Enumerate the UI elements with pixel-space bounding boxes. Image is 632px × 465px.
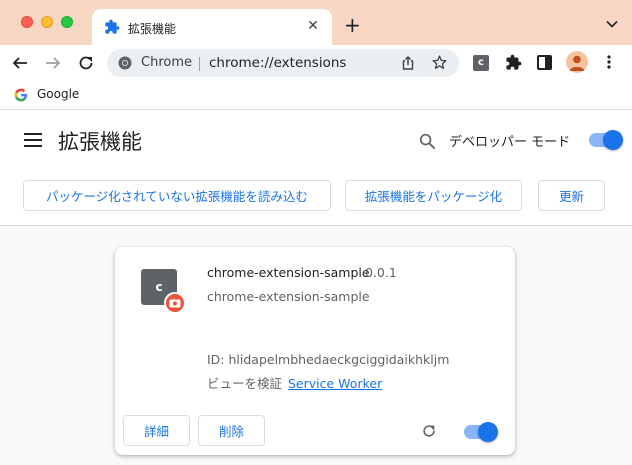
reload-icon [79, 56, 93, 70]
more-menu-icon[interactable] [601, 54, 617, 70]
developer-mode-label: デベロッパー モード [449, 135, 571, 150]
remove-button[interactable]: 削除 [198, 415, 265, 446]
forward-button[interactable] [41, 51, 65, 75]
bookmark-google[interactable]: Google [37, 87, 79, 101]
site-chip-label: Chrome [141, 55, 192, 70]
address-bar[interactable]: Chrome chrome://extensions [107, 49, 459, 77]
update-button[interactable]: 更新 [538, 180, 605, 211]
minimize-window-button[interactable] [41, 16, 53, 28]
inspect-views: ビューを検証 Service Worker [207, 373, 382, 392]
service-worker-link[interactable]: Service Worker [288, 376, 382, 391]
service-worker-badge-icon [164, 292, 186, 314]
chrome-icon [118, 56, 132, 70]
arrow-right-icon [46, 57, 61, 69]
developer-mode-toggle[interactable] [589, 130, 623, 150]
extensions-puzzle-icon[interactable] [505, 54, 522, 71]
zoom-window-button[interactable] [61, 16, 73, 28]
arrow-left-icon [12, 57, 27, 69]
tab-title: 拡張機能 [128, 22, 177, 36]
pack-extension-button[interactable]: 拡張機能をパッケージ化 [345, 180, 522, 211]
camera-icon [169, 299, 181, 308]
search-icon[interactable] [419, 133, 436, 150]
extension-id: ID: hlidapelmbhedaeckgciggidaikhkljm [207, 352, 450, 367]
extension-enable-toggle[interactable] [464, 422, 498, 442]
active-tab[interactable]: 拡張機能 ✕ [92, 9, 332, 45]
bookmarks-bar: Google [0, 81, 632, 110]
extension-description: chrome-extension-sample [207, 289, 370, 304]
side-panel-icon[interactable] [537, 55, 552, 70]
menu-icon[interactable] [24, 133, 42, 147]
extension-card: c chrome-extension-sample 0.0.1 chrome-e… [115, 247, 515, 455]
reload-button[interactable] [74, 51, 98, 75]
url-text[interactable]: chrome://extensions [209, 55, 346, 71]
page-title: 拡張機能 [58, 130, 142, 154]
google-g-icon [14, 88, 28, 102]
inspect-views-label: ビューを検証 [207, 376, 283, 391]
details-button[interactable]: 詳細 [123, 415, 190, 446]
chevron-down-icon[interactable] [606, 18, 618, 30]
close-window-button[interactable] [21, 16, 33, 28]
tab-strip: 拡張機能 ✕ + [0, 0, 632, 45]
toggle-knob [603, 130, 623, 150]
extension-version: 0.0.1 [365, 265, 397, 280]
toggle-knob [478, 422, 498, 442]
star-icon[interactable] [431, 54, 448, 71]
new-tab-icon[interactable]: + [344, 15, 361, 35]
profile-avatar[interactable] [566, 51, 588, 73]
extension-c-icon[interactable]: c [473, 55, 489, 71]
load-unpacked-button[interactable]: パッケージ化されていない拡張機能を読み込む [23, 180, 331, 211]
omnibox-divider [199, 57, 200, 71]
back-button[interactable] [8, 51, 32, 75]
extension-name: chrome-extension-sample [207, 265, 370, 280]
reload-extension-icon[interactable] [421, 423, 437, 439]
tab-close-icon[interactable]: ✕ [304, 17, 322, 35]
extensions-header: 拡張機能 デベロッパー モード パッケージ化されていない拡張機能を読み込む 拡張… [0, 110, 632, 226]
puzzle-icon [105, 19, 120, 34]
share-icon[interactable] [400, 55, 416, 71]
person-icon [569, 55, 585, 71]
